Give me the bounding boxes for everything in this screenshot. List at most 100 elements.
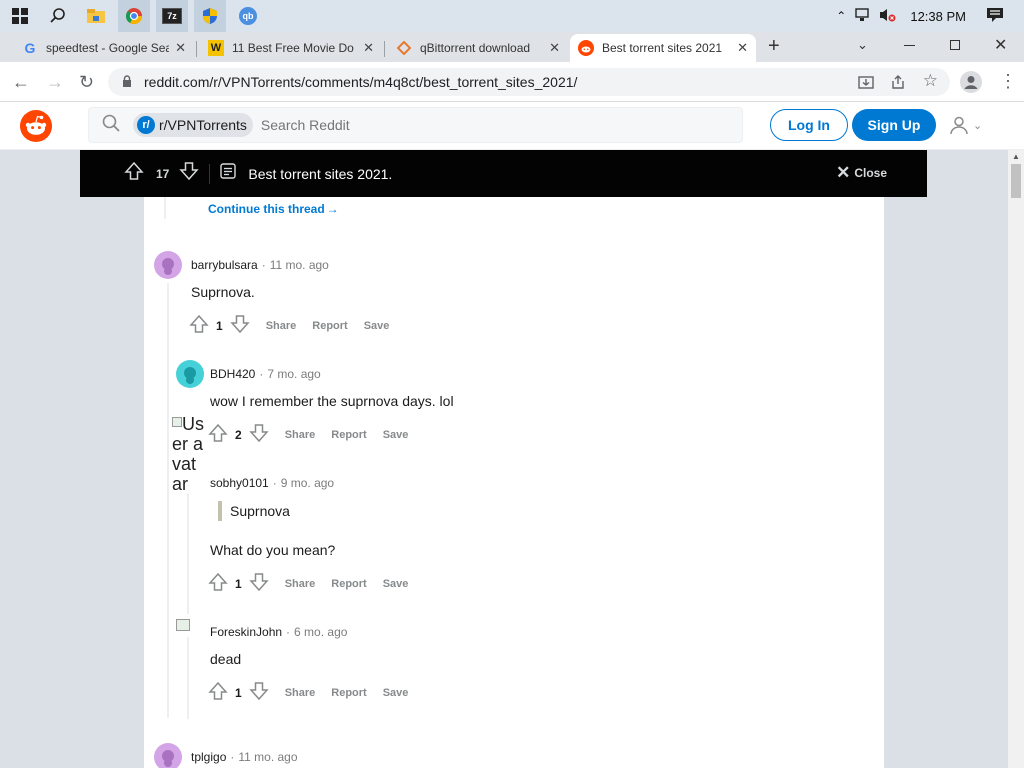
clock-time[interactable]: 12:38 PM	[910, 9, 966, 24]
reload-icon[interactable]: ↻	[79, 72, 94, 93]
comment-author[interactable]: barrybulsara	[191, 258, 258, 272]
save-button[interactable]: Save	[383, 578, 409, 590]
comment-author[interactable]: sobhy0101	[210, 476, 269, 490]
close-icon[interactable]: ✕	[549, 40, 560, 56]
scrollbar-thumb[interactable]	[1011, 164, 1021, 198]
qbittorrent-icon[interactable]: qb	[232, 0, 264, 32]
share-button[interactable]: Share	[285, 687, 316, 699]
broken-image-icon[interactable]	[176, 619, 190, 631]
tab-search-icon[interactable]: ⌄	[857, 37, 868, 53]
report-button[interactable]: Report	[331, 429, 366, 441]
comment-author[interactable]: ForeskinJohn	[210, 625, 282, 639]
network-icon[interactable]	[854, 7, 870, 25]
tab-qbittorrent-download[interactable]: qBittorrent download ✕	[388, 34, 568, 62]
report-button[interactable]: Report	[312, 320, 347, 332]
share-button[interactable]: Share	[285, 578, 316, 590]
reddit-logo-icon[interactable]	[20, 110, 52, 147]
back-icon[interactable]: ←	[12, 72, 30, 93]
scroll-up-icon[interactable]: ▲	[1012, 152, 1020, 161]
comment-time[interactable]: 11 mo. ago	[238, 750, 297, 764]
shield-icon[interactable]	[194, 0, 226, 32]
comment-author[interactable]: tplgigo	[191, 750, 226, 764]
volume-muted-icon[interactable]	[878, 7, 896, 26]
thread-line[interactable]	[164, 197, 166, 219]
save-button[interactable]: Save	[383, 429, 409, 441]
thread-line[interactable]	[187, 637, 189, 719]
window-close-icon[interactable]: ✕	[994, 35, 1007, 55]
community-chip[interactable]: r/ r/VPNTorrents	[133, 113, 253, 137]
thread-line[interactable]	[187, 494, 189, 614]
search-input[interactable]	[260, 117, 721, 133]
chrome-icon[interactable]	[118, 0, 150, 32]
windows-start-icon[interactable]	[4, 0, 36, 32]
share-icon[interactable]	[890, 74, 906, 93]
comment-time[interactable]: 6 mo. ago	[294, 625, 347, 639]
signup-button[interactable]: Sign Up	[852, 109, 936, 141]
save-button[interactable]: Save	[383, 687, 409, 699]
comment-quote: Suprnova	[218, 501, 290, 521]
close-icon[interactable]: ✕	[175, 40, 186, 56]
lock-icon[interactable]	[122, 74, 132, 90]
comment-time[interactable]: 9 mo. ago	[281, 476, 334, 490]
comment-time[interactable]: 7 mo. ago	[267, 367, 320, 381]
close-icon[interactable]: ✕	[363, 40, 374, 56]
comments-panel: Continue this thread → barrybulsara · 11…	[144, 197, 884, 768]
comment-header: tplgigo · 11 mo. ago	[191, 750, 298, 764]
share-button[interactable]: Share	[285, 429, 316, 441]
7zip-icon[interactable]: 7z	[156, 0, 188, 32]
downvote-icon[interactable]	[249, 572, 269, 595]
chevron-up-icon[interactable]: ⌃	[836, 9, 846, 23]
share-button[interactable]: Share	[266, 320, 297, 332]
broken-avatar-image[interactable]: User avatar	[172, 414, 204, 494]
community-chip-label: r/VPNTorrents	[159, 117, 247, 133]
reddit-search-bar[interactable]: r/ r/VPNTorrents	[88, 107, 743, 143]
restore-icon[interactable]	[950, 40, 960, 50]
comment-header: BDH420 · 7 mo. ago	[210, 367, 321, 381]
avatar[interactable]	[154, 251, 182, 279]
comment-author[interactable]: BDH420	[210, 367, 255, 381]
close-post-button[interactable]: ✕ Close	[836, 164, 887, 181]
comment-time[interactable]: 11 mo. ago	[270, 258, 329, 272]
forward-icon[interactable]: →	[46, 72, 64, 93]
quote-text: Suprnova	[230, 503, 290, 519]
address-bar[interactable]: reddit.com/r/VPNTorrents/comments/m4q8ct…	[108, 68, 950, 96]
login-button[interactable]: Log In	[770, 109, 848, 141]
url-text: reddit.com/r/VPNTorrents/comments/m4q8ct…	[144, 74, 578, 90]
upvote-icon[interactable]	[208, 572, 228, 595]
profile-avatar-icon[interactable]	[960, 71, 982, 93]
downvote-icon[interactable]	[249, 423, 269, 446]
close-icon[interactable]: ✕	[737, 40, 748, 56]
new-tab-icon[interactable]: +	[768, 35, 780, 58]
upvote-icon[interactable]	[124, 161, 144, 186]
save-button[interactable]: Save	[364, 320, 390, 332]
install-app-icon[interactable]	[858, 74, 874, 93]
browser-tab-strip: G speedtest - Google Sea ✕ W 11 Best Fre…	[0, 32, 1024, 62]
reddit-icon	[578, 40, 594, 56]
continue-thread-link[interactable]: Continue this thread →	[208, 202, 339, 216]
tab-free-movie[interactable]: W 11 Best Free Movie Do ✕	[200, 34, 382, 62]
report-button[interactable]: Report	[331, 687, 366, 699]
upvote-icon[interactable]	[208, 423, 228, 446]
report-button[interactable]: Report	[331, 578, 366, 590]
minimize-icon[interactable]	[904, 45, 915, 46]
user-menu-icon[interactable]: ⌄	[948, 114, 982, 136]
tab-label: speedtest - Google Sea	[46, 41, 170, 55]
tab-best-torrent-sites[interactable]: Best torrent sites 2021 ✕	[570, 34, 756, 62]
upvote-icon[interactable]	[189, 314, 209, 337]
downvote-icon[interactable]	[179, 161, 200, 186]
chevron-down-icon: ⌄	[973, 119, 983, 132]
tab-speedtest[interactable]: G speedtest - Google Sea ✕	[14, 34, 194, 62]
thread-line[interactable]	[167, 283, 169, 718]
chrome-menu-icon[interactable]: ⋮	[999, 71, 1017, 91]
notifications-icon[interactable]	[986, 7, 1004, 26]
file-explorer-icon[interactable]	[80, 0, 112, 32]
avatar[interactable]	[154, 743, 182, 768]
search-icon[interactable]	[42, 0, 74, 32]
downvote-icon[interactable]	[249, 681, 269, 704]
bookmark-star-icon[interactable]: ☆	[923, 71, 938, 91]
avatar[interactable]	[176, 360, 204, 388]
post-title[interactable]: Best torrent sites 2021.	[248, 166, 392, 182]
page-scrollbar[interactable]: ▲	[1008, 150, 1024, 768]
upvote-icon[interactable]	[208, 681, 228, 704]
downvote-icon[interactable]	[230, 314, 250, 337]
